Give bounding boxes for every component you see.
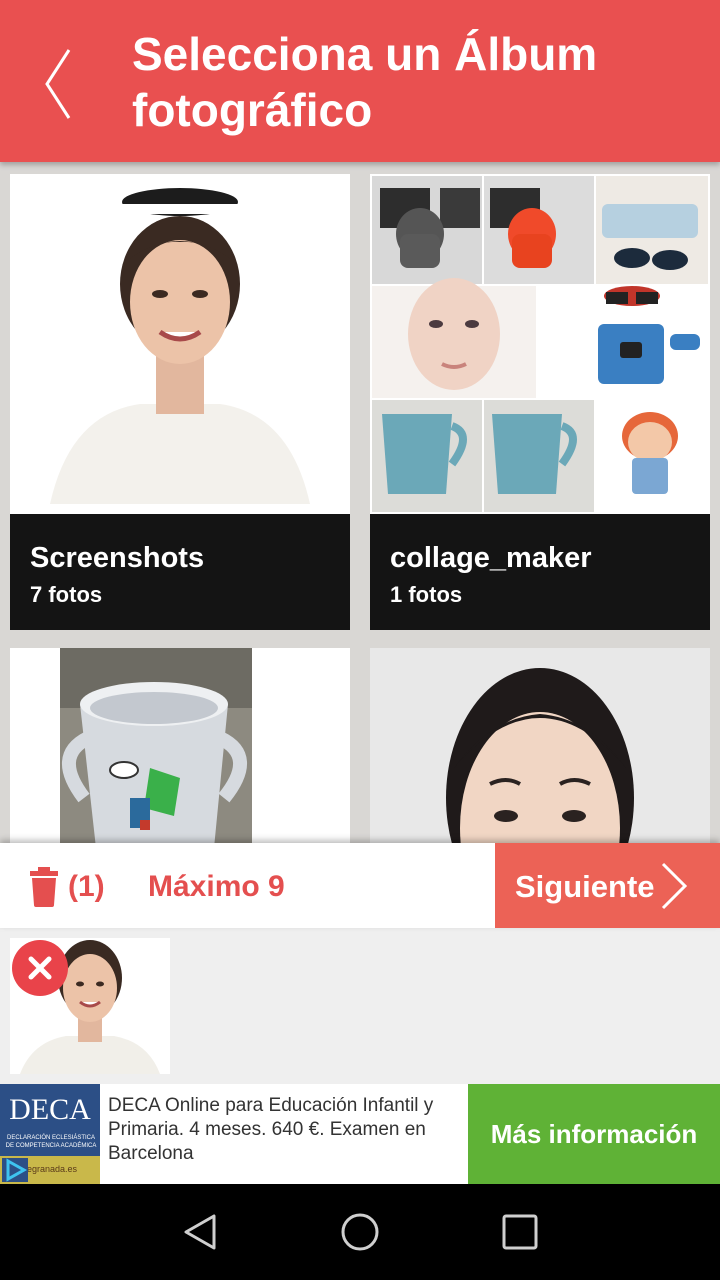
album-thumbnail xyxy=(10,648,350,843)
next-button[interactable]: Siguiente xyxy=(495,843,720,928)
collage-image xyxy=(370,174,710,514)
album-card-mug[interactable] xyxy=(10,648,350,843)
album-card-collage-maker[interactable]: collage_maker 1 fotos xyxy=(370,174,710,630)
nav-back-button[interactable] xyxy=(178,1210,222,1254)
album-thumbnail xyxy=(10,174,350,514)
nav-home-button[interactable] xyxy=(338,1210,382,1254)
selected-count: (1) xyxy=(68,870,105,903)
album-name: collage_maker xyxy=(390,542,592,574)
chevron-left-icon xyxy=(45,49,71,119)
album-name: Screenshots xyxy=(30,542,205,574)
ad-logo-title: DECA xyxy=(9,1093,91,1126)
page-title: Selecciona un Álbum fotográfico xyxy=(132,28,598,136)
ad-cta-button[interactable]: Más información xyxy=(468,1084,720,1184)
back-button[interactable] xyxy=(30,36,86,132)
ad-logo: DECA DECLARACIÓN ECLESIÁSTICA DE COMPETE… xyxy=(0,1084,100,1184)
nav-recents-button[interactable] xyxy=(498,1210,542,1254)
album-card-screenshots[interactable]: Screenshots 7 fotos xyxy=(10,174,350,630)
max-limit-label: Máximo 9 xyxy=(148,870,285,903)
remove-selected-photo-button[interactable] xyxy=(12,940,68,996)
square-recents-icon xyxy=(502,1214,538,1250)
album-thumbnail xyxy=(370,174,710,514)
ad-text: DECA Online para Educación Infantil y Pr… xyxy=(108,1095,434,1164)
album-thumbnail xyxy=(370,648,710,843)
album-photo-count: 7 fotos xyxy=(30,582,103,607)
album-photo-count: 1 fotos xyxy=(390,582,463,607)
triangle-back-icon xyxy=(184,1214,216,1250)
portrait-woman-image xyxy=(10,174,350,514)
mug-photo-image xyxy=(10,648,350,843)
ad-play-icon xyxy=(2,1158,28,1182)
next-button-label: Siguiente xyxy=(515,869,655,904)
selected-photos-tray xyxy=(0,928,720,1084)
portrait-woman-image xyxy=(370,648,710,843)
chevron-right-icon xyxy=(661,862,688,910)
selection-action-bar: (1) Máximo 9 Siguiente xyxy=(0,843,720,928)
system-nav-bar xyxy=(0,1184,720,1280)
close-icon xyxy=(28,956,52,980)
circle-home-icon xyxy=(341,1213,379,1251)
delete-selection-button[interactable] xyxy=(28,867,60,907)
album-grid: Screenshots 7 fotos collage_maker 1 foto… xyxy=(0,162,720,843)
album-caption: collage_maker 1 fotos xyxy=(370,514,710,630)
app-header: Selecciona un Álbum fotográfico xyxy=(0,0,720,162)
ad-logo-subtitle: DECLARACIÓN ECLESIÁSTICA DE COMPETENCIA … xyxy=(5,1135,97,1149)
ad-banner[interactable]: DECA DECLARACIÓN ECLESIÁSTICA DE COMPETE… xyxy=(0,1084,720,1184)
album-caption: Screenshots 7 fotos xyxy=(10,514,350,630)
trash-icon xyxy=(30,867,58,907)
album-card-portrait[interactable] xyxy=(370,648,710,843)
